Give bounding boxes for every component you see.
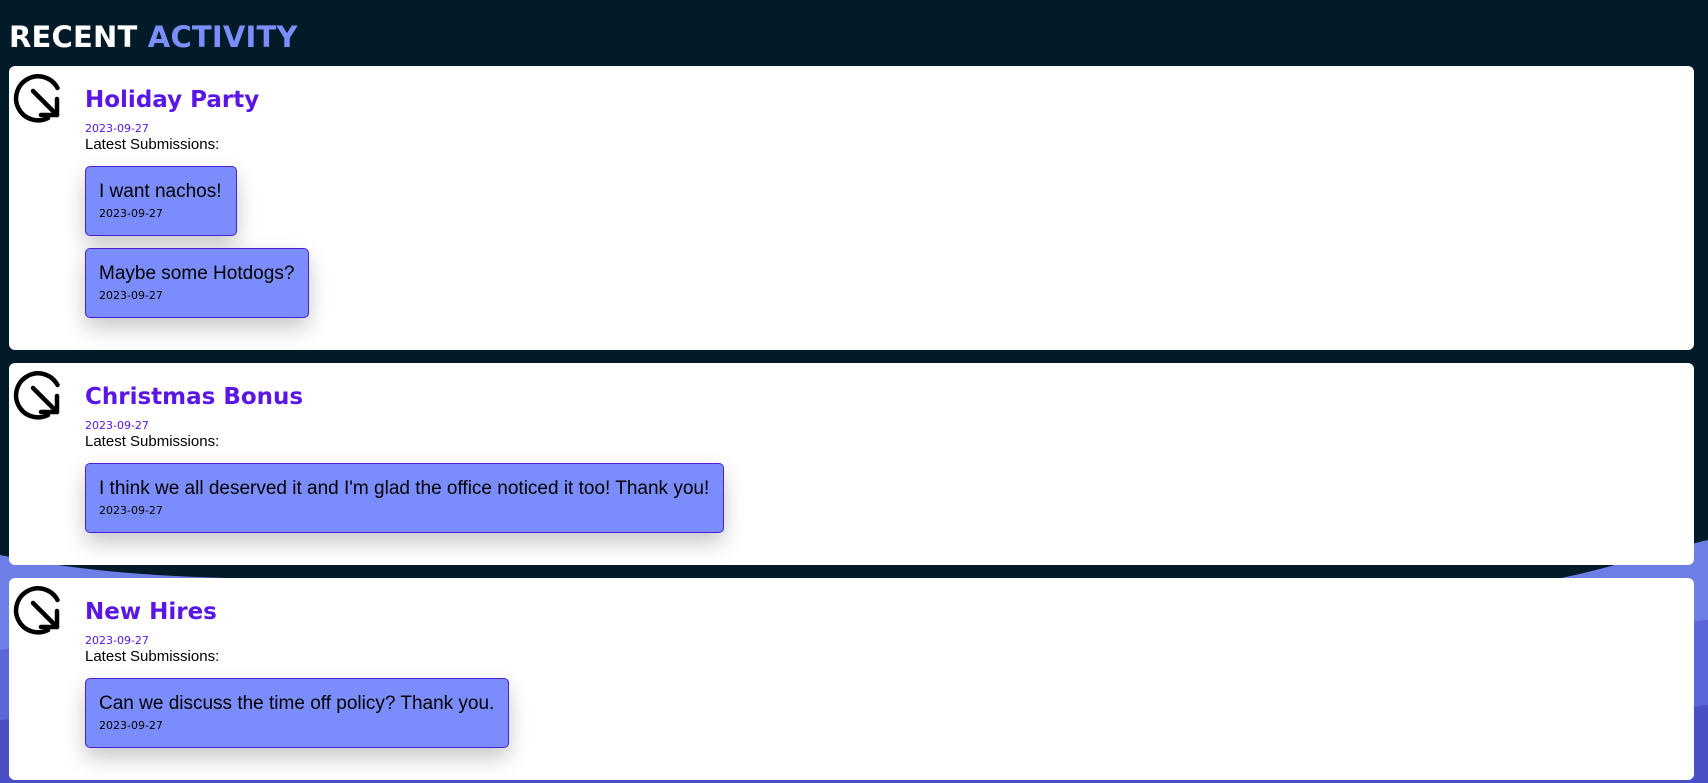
activity-list: Holiday Party 2023-09-27 Latest Submissi… [9, 66, 1699, 780]
submission-text: Can we discuss the time off policy? Than… [99, 693, 495, 714]
submission-text: Maybe some Hotdogs? [99, 263, 295, 284]
submission-date: 2023-09-27 [99, 207, 163, 220]
submission-item[interactable]: I want nachos! 2023-09-27 [85, 166, 237, 236]
activity-card-new-hires[interactable]: New Hires 2023-09-27 Latest Submissions:… [9, 578, 1694, 780]
activity-card-christmas-bonus[interactable]: Christmas Bonus 2023-09-27 Latest Submis… [9, 363, 1694, 565]
activity-date: 2023-09-27 [85, 419, 149, 432]
circle-arrow-down-right-icon [13, 586, 60, 635]
circle-arrow-down-right-icon [13, 74, 60, 123]
submissions-label: Latest Submissions: [85, 648, 220, 665]
submissions-label: Latest Submissions: [85, 136, 220, 153]
circle-arrow-down-right-icon [13, 371, 60, 420]
submission-item[interactable]: I think we all deserved it and I'm glad … [85, 463, 725, 533]
submission-date: 2023-09-27 [99, 289, 163, 302]
activity-title[interactable]: New Hires [85, 598, 1694, 626]
activity-date: 2023-09-27 [85, 122, 149, 135]
activity-title[interactable]: Christmas Bonus [85, 383, 1694, 411]
submission-text: I think we all deserved it and I'm glad … [99, 478, 710, 499]
submission-item[interactable]: Maybe some Hotdogs? 2023-09-27 [85, 248, 310, 318]
submission-date: 2023-09-27 [99, 719, 163, 732]
page: RECENT ACTIVITY Holiday Party 2023-09-27… [0, 0, 1708, 780]
submission-date: 2023-09-27 [99, 504, 163, 517]
page-title-accent: ACTIVITY [147, 20, 298, 54]
activity-card-holiday-party[interactable]: Holiday Party 2023-09-27 Latest Submissi… [9, 66, 1694, 350]
submission-text: I want nachos! [99, 181, 222, 202]
activity-title[interactable]: Holiday Party [85, 86, 1694, 114]
activity-date: 2023-09-27 [85, 634, 149, 647]
submissions-label: Latest Submissions: [85, 433, 220, 450]
page-title-main: RECENT [9, 20, 138, 54]
submission-item[interactable]: Can we discuss the time off policy? Than… [85, 678, 510, 748]
page-title: RECENT ACTIVITY [9, 0, 1699, 54]
